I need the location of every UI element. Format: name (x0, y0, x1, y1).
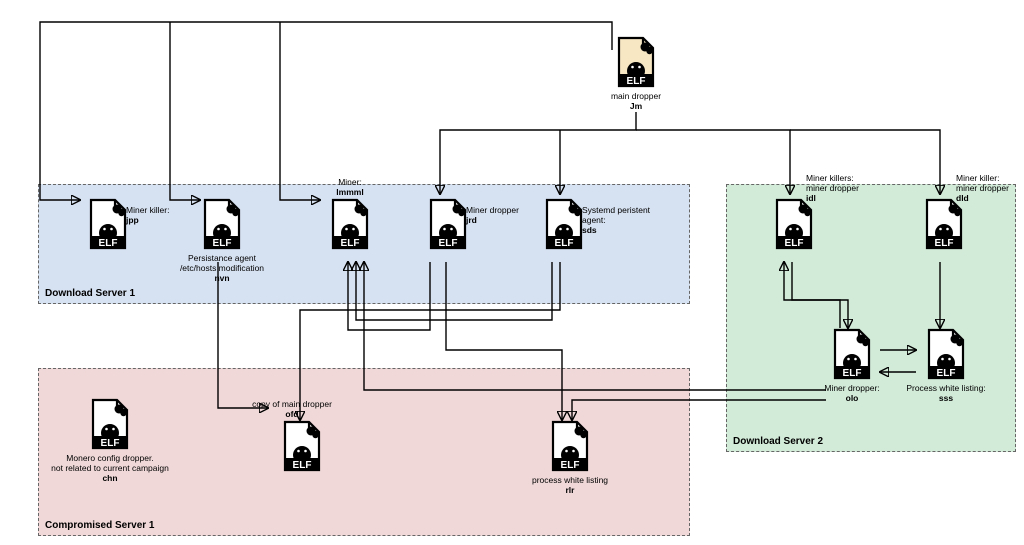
node-ofd: copy of main dropperofd (272, 420, 332, 474)
node-name: lmmml (336, 187, 363, 197)
node-name: olo (846, 393, 859, 403)
region-label-download-server-1: Download Server 1 (45, 288, 135, 299)
node-name: jpp (126, 215, 139, 225)
node-desc: Miner killer: (126, 205, 169, 215)
elf-file-icon (87, 198, 129, 250)
node-name: ofd (285, 409, 298, 419)
elf-file-icon (427, 198, 469, 250)
node-desc: copy of main dropper (252, 399, 332, 409)
elf-file-icon (831, 328, 873, 380)
node-sss: Process white listing:sss (916, 328, 976, 404)
node-desc: main dropper (611, 91, 661, 101)
node-desc: Miner: (338, 177, 362, 187)
node-desc: Monero config dropper. not related to cu… (51, 453, 169, 473)
region-label-download-server-2: Download Server 2 (733, 436, 823, 447)
node-chn: Monero config dropper. not related to cu… (80, 398, 140, 483)
node-name: dld (956, 193, 969, 203)
node-jm: main dropperJm (606, 36, 666, 112)
elf-file-icon (925, 328, 967, 380)
node-desc: Systemd peristent agent: (582, 205, 650, 225)
node-rlr: process white listingrlr (540, 420, 600, 496)
node-name: sds (582, 225, 597, 235)
elf-file-icon (89, 398, 131, 450)
elf-file-icon (201, 198, 243, 250)
elf-file-icon (923, 198, 965, 250)
node-nvn: Persistance agent /etc/hosts modificatio… (192, 198, 252, 283)
elf-file-icon (543, 198, 585, 250)
node-desc: Persistance agent /etc/hosts modificatio… (180, 253, 264, 273)
node-desc: process white listing (532, 475, 608, 485)
node-name: idl (806, 193, 816, 203)
node-name: jrd (466, 215, 477, 225)
node-dld: Miner killer: miner dropperdld (914, 198, 974, 252)
node-desc: Miner killer: miner dropper (956, 173, 1009, 193)
elf-file-icon (549, 420, 591, 472)
elf-file-icon (281, 420, 323, 472)
node-desc: Miner dropper (466, 205, 519, 215)
node-name: chn (102, 473, 117, 483)
node-desc: Miner killers: miner dropper (806, 173, 859, 193)
node-sds: Systemd peristent agent:sds (534, 198, 594, 252)
node-jrd: Miner dropperjrd (418, 198, 478, 252)
node-name: nvn (214, 273, 229, 283)
node-desc: Process white listing: (906, 383, 985, 393)
node-idl: Miner killers: miner dropperidl (764, 198, 824, 252)
node-olo: Miner dropper:olo (822, 328, 882, 404)
elf-file-icon (329, 198, 371, 250)
elf-file-icon (615, 36, 657, 88)
elf-file-icon (773, 198, 815, 250)
node-name: Jm (630, 101, 642, 111)
node-jpp: Miner killer:jpp (78, 198, 138, 252)
region-label-compromised-server-1: Compromised Server 1 (45, 520, 155, 531)
node-lmmml: Miner:lmmml (320, 198, 380, 252)
node-name: rlr (566, 485, 575, 495)
node-name: sss (939, 393, 953, 403)
node-desc: Miner dropper: (824, 383, 879, 393)
